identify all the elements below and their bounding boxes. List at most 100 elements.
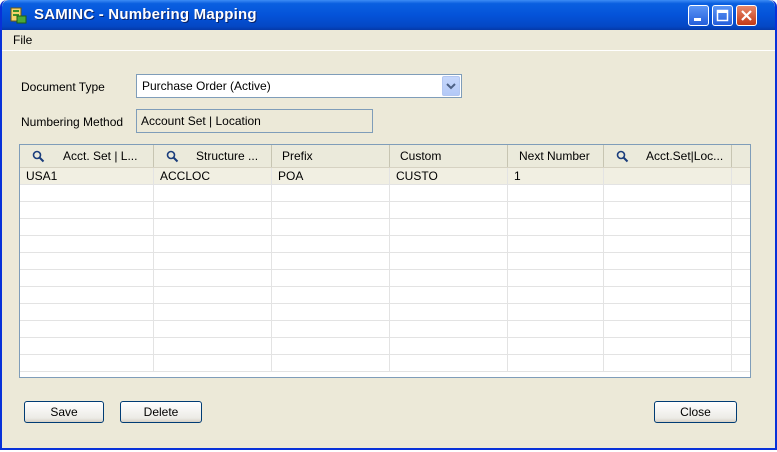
- table-cell[interactable]: [272, 355, 390, 372]
- table-row[interactable]: USA1 ACCLOC POA CUSTO 1: [20, 168, 750, 185]
- numbering-grid[interactable]: Acct. Set | L... Structure ... Prefix Cu…: [19, 144, 751, 378]
- table-cell[interactable]: [20, 185, 154, 202]
- table-row-empty[interactable]: [20, 185, 750, 202]
- table-cell[interactable]: [20, 253, 154, 270]
- column-header-acct-set-loc[interactable]: Acct.Set|Loc...: [604, 145, 732, 167]
- table-cell[interactable]: [390, 270, 508, 287]
- menu-file[interactable]: File: [13, 33, 32, 47]
- table-cell[interactable]: [508, 355, 604, 372]
- column-header-custom[interactable]: Custom: [390, 145, 508, 167]
- dropdown-button[interactable]: [442, 76, 460, 96]
- table-cell[interactable]: [154, 185, 272, 202]
- table-cell[interactable]: [508, 321, 604, 338]
- table-cell[interactable]: POA: [272, 168, 390, 185]
- table-cell[interactable]: [154, 287, 272, 304]
- table-cell[interactable]: [20, 338, 154, 355]
- table-cell[interactable]: [604, 168, 732, 185]
- title-bar[interactable]: SAMINC - Numbering Mapping: [2, 0, 775, 30]
- table-cell[interactable]: [154, 219, 272, 236]
- table-cell[interactable]: [604, 270, 732, 287]
- table-cell[interactable]: [508, 304, 604, 321]
- table-cell[interactable]: [154, 321, 272, 338]
- table-cell[interactable]: [508, 270, 604, 287]
- table-cell[interactable]: [20, 236, 154, 253]
- column-header-next-number[interactable]: Next Number: [508, 145, 604, 167]
- table-cell[interactable]: [154, 202, 272, 219]
- table-cell[interactable]: [390, 219, 508, 236]
- table-row-empty[interactable]: [20, 355, 750, 372]
- table-cell[interactable]: [272, 219, 390, 236]
- table-cell[interactable]: [272, 185, 390, 202]
- table-cell[interactable]: [390, 304, 508, 321]
- minimize-button[interactable]: [688, 5, 709, 26]
- table-row-empty[interactable]: [20, 236, 750, 253]
- table-cell[interactable]: [154, 338, 272, 355]
- table-cell[interactable]: [604, 304, 732, 321]
- table-row-empty[interactable]: [20, 219, 750, 236]
- table-cell[interactable]: [604, 185, 732, 202]
- table-cell[interactable]: [20, 304, 154, 321]
- table-cell[interactable]: [272, 236, 390, 253]
- table-cell[interactable]: [154, 355, 272, 372]
- close-button[interactable]: Close: [654, 401, 737, 423]
- table-cell[interactable]: [508, 236, 604, 253]
- column-header-acct-set-location[interactable]: Acct. Set | L...: [20, 145, 154, 167]
- table-cell[interactable]: ACCLOC: [154, 168, 272, 185]
- table-cell[interactable]: [604, 338, 732, 355]
- table-cell[interactable]: [508, 202, 604, 219]
- table-cell[interactable]: [272, 253, 390, 270]
- table-cell[interactable]: [154, 270, 272, 287]
- table-cell[interactable]: CUSTO: [390, 168, 508, 185]
- table-cell[interactable]: [508, 338, 604, 355]
- table-cell[interactable]: [272, 321, 390, 338]
- maximize-button[interactable]: [712, 5, 733, 26]
- table-cell[interactable]: 1: [508, 168, 604, 185]
- table-cell[interactable]: [508, 287, 604, 304]
- table-cell[interactable]: [20, 321, 154, 338]
- table-cell[interactable]: [508, 185, 604, 202]
- table-cell[interactable]: [390, 185, 508, 202]
- table-cell[interactable]: [154, 304, 272, 321]
- table-cell[interactable]: [20, 219, 154, 236]
- table-cell[interactable]: [20, 202, 154, 219]
- table-cell[interactable]: [390, 202, 508, 219]
- close-window-button[interactable]: [736, 5, 757, 26]
- table-cell[interactable]: [272, 338, 390, 355]
- table-cell[interactable]: [20, 287, 154, 304]
- table-cell[interactable]: [604, 253, 732, 270]
- table-cell[interactable]: [604, 219, 732, 236]
- table-cell[interactable]: [604, 202, 732, 219]
- table-row-empty[interactable]: [20, 253, 750, 270]
- table-cell[interactable]: [390, 338, 508, 355]
- table-row-empty[interactable]: [20, 338, 750, 355]
- table-cell[interactable]: [604, 236, 732, 253]
- table-cell[interactable]: [508, 253, 604, 270]
- table-cell[interactable]: [390, 253, 508, 270]
- table-row-empty[interactable]: [20, 304, 750, 321]
- table-cell[interactable]: [154, 253, 272, 270]
- column-header-structure[interactable]: Structure ...: [154, 145, 272, 167]
- delete-button[interactable]: Delete: [120, 401, 202, 423]
- table-cell[interactable]: [20, 270, 154, 287]
- table-cell[interactable]: [390, 321, 508, 338]
- table-cell[interactable]: [604, 287, 732, 304]
- save-button[interactable]: Save: [24, 401, 104, 423]
- table-cell[interactable]: USA1: [20, 168, 154, 185]
- table-row-empty[interactable]: [20, 287, 750, 304]
- table-row-empty[interactable]: [20, 321, 750, 338]
- table-cell[interactable]: [604, 355, 732, 372]
- document-type-select[interactable]: Purchase Order (Active): [136, 74, 462, 98]
- table-cell[interactable]: [508, 219, 604, 236]
- table-cell[interactable]: [604, 321, 732, 338]
- table-cell[interactable]: [390, 236, 508, 253]
- table-row-empty[interactable]: [20, 202, 750, 219]
- table-cell[interactable]: [272, 287, 390, 304]
- table-cell[interactable]: [272, 202, 390, 219]
- table-row-empty[interactable]: [20, 270, 750, 287]
- table-cell[interactable]: [20, 355, 154, 372]
- table-cell[interactable]: [390, 287, 508, 304]
- table-cell[interactable]: [272, 304, 390, 321]
- column-header-prefix[interactable]: Prefix: [272, 145, 390, 167]
- table-cell[interactable]: [272, 270, 390, 287]
- table-cell[interactable]: [154, 236, 272, 253]
